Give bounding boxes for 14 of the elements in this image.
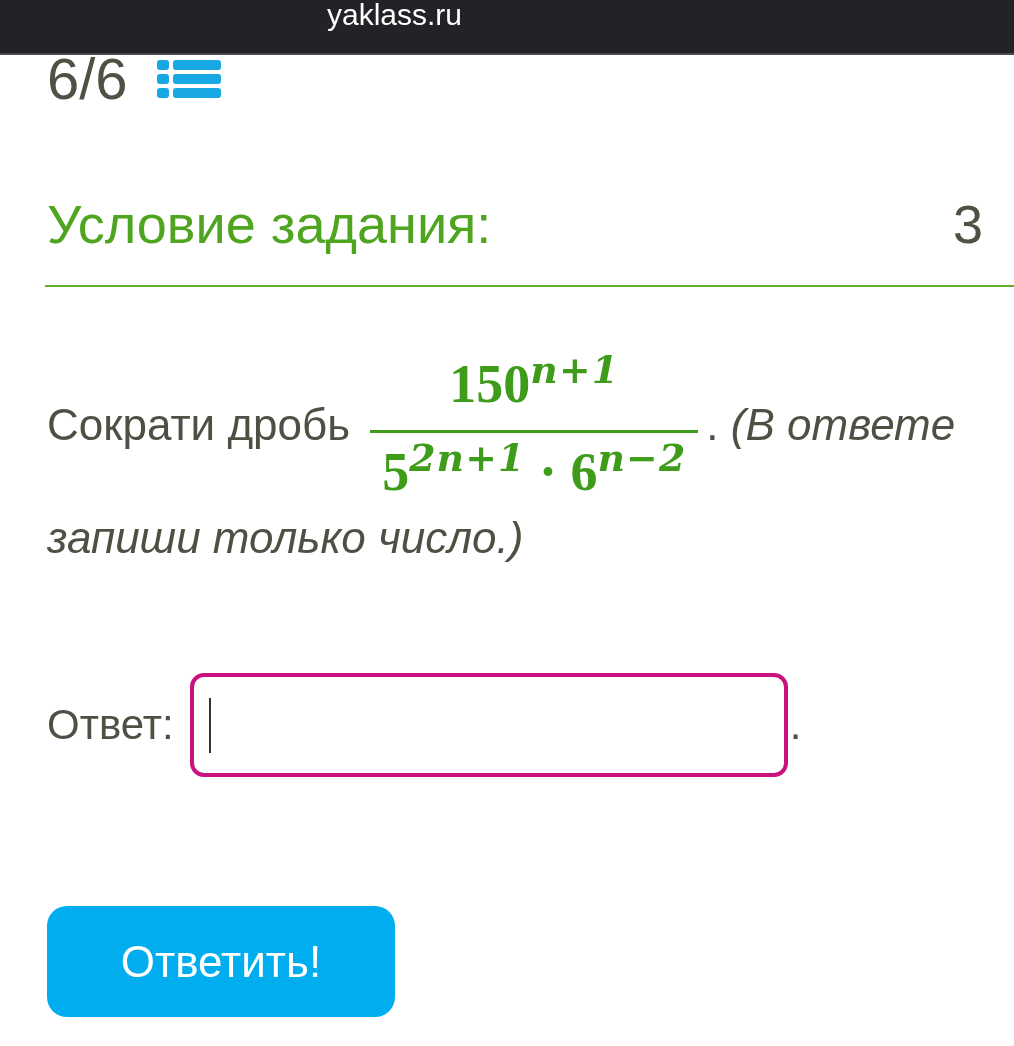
instruction-text: запиши только число.) [47, 512, 524, 562]
fraction-numerator: 150$^{n+1}$ [448, 350, 621, 416]
submit-button[interactable]: Ответить! [47, 906, 395, 1018]
points-text: 3 [952, 193, 983, 256]
answer-field[interactable] [189, 673, 788, 778]
period-text: . [789, 699, 802, 750]
task-counter: 6/6 [47, 55, 128, 103]
instruction-text: . (В ответе [706, 400, 956, 450]
statement-text: Сократи дробь [47, 400, 351, 450]
section-heading: Условие задания: [47, 193, 492, 256]
fraction-denominator: 5$^{2n+1}$ · 6$^{n−2}$ [381, 435, 688, 504]
url-text: yaklass.ru [327, 0, 463, 30]
list-icon[interactable] [156, 60, 221, 98]
answer-label: Ответ: [47, 699, 174, 750]
